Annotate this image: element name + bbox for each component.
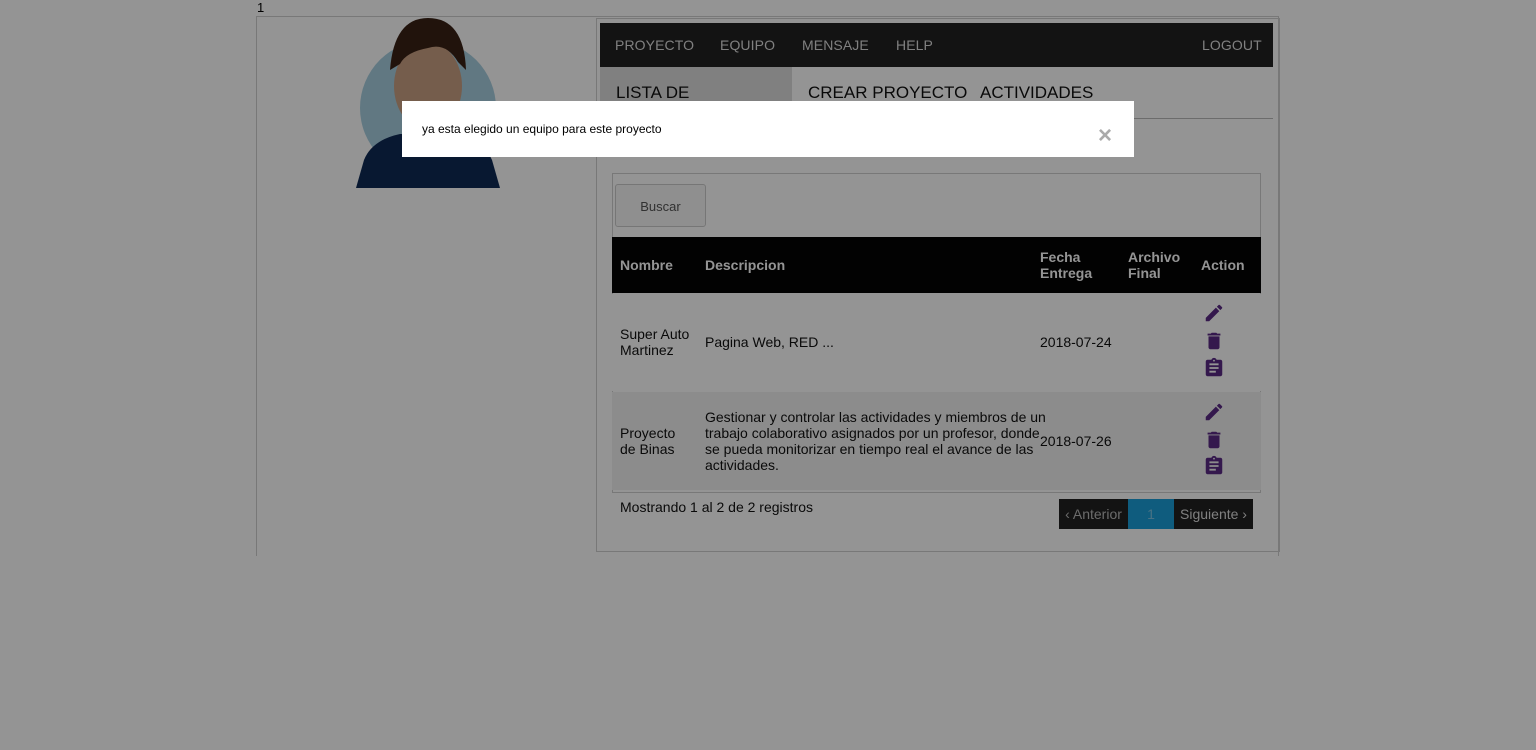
close-icon[interactable]: × xyxy=(1095,124,1115,148)
modal-message: ya esta elegido un equipo para este proy… xyxy=(422,122,662,136)
alert-modal: ya esta elegido un equipo para este proy… xyxy=(402,101,1134,157)
